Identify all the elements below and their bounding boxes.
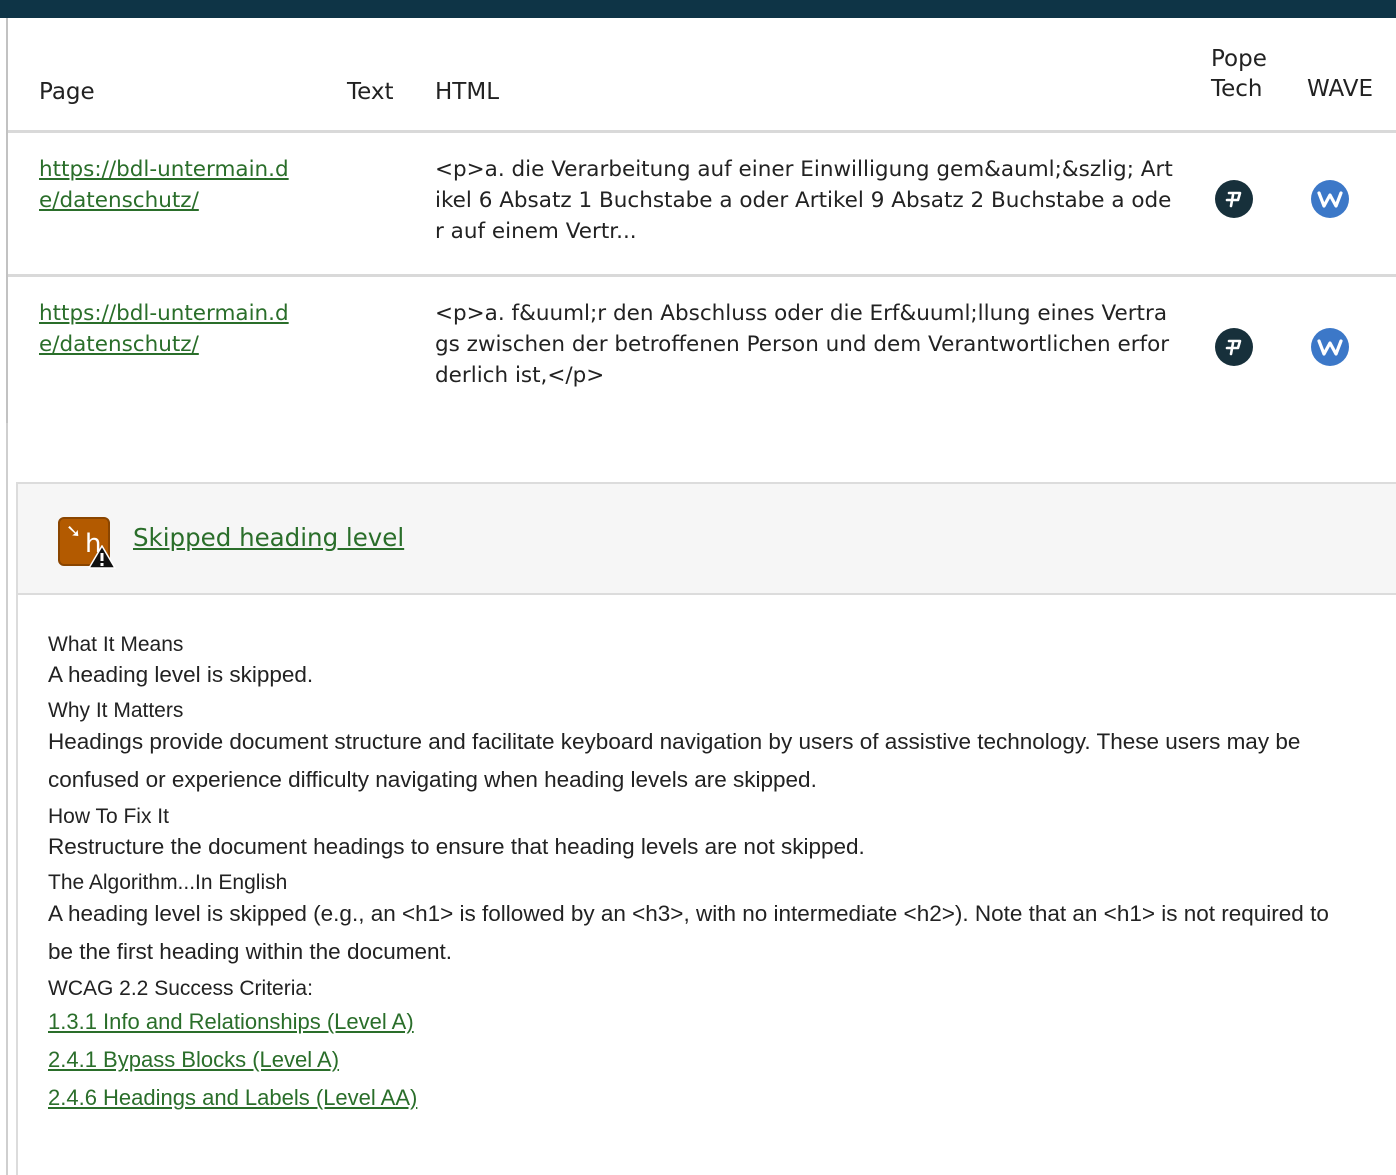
- table-row: https://bdl-untermain.de/datenschutz/ <p…: [8, 275, 1396, 427]
- wcag-link-2-4-1[interactable]: 2.4.1 Bypass Blocks (Level A): [48, 1047, 339, 1072]
- table-row: https://bdl-untermain.de/datenschutz/ <p…: [8, 131, 1396, 277]
- wcag-link-1-3-1[interactable]: 1.3.1 Info and Relationships (Level A): [48, 1009, 414, 1034]
- wcag-link-2-4-6[interactable]: 2.4.6 Headings and Labels (Level AA): [48, 1085, 417, 1110]
- results-table: Page Text HTML Pope Tech WAVE https://bd…: [8, 18, 1396, 427]
- warning-triangle-icon: [88, 545, 116, 569]
- column-header-html: HTML: [435, 18, 1211, 133]
- list-item: 1.3.1 Info and Relationships (Level A): [48, 1003, 1358, 1041]
- what-it-means-heading: What It Means: [48, 633, 184, 656]
- column-header-text: Text: [347, 18, 435, 133]
- algorithm-heading: The Algorithm...In English: [48, 871, 288, 894]
- text-cell: [347, 275, 435, 427]
- column-header-pope-tech: Pope Tech: [1211, 18, 1307, 133]
- column-header-page: Page: [8, 18, 347, 133]
- wcag-criteria-heading: WCAG 2.2 Success Criteria:: [48, 977, 313, 1000]
- issue-card: ➘ h Skipped heading level What It Means …: [16, 482, 1396, 1175]
- why-it-matters-text: Headings provide document structure and …: [48, 729, 1301, 792]
- wave-cell: [1307, 131, 1396, 277]
- wcag-criteria-list: 1.3.1 Info and Relationships (Level A) 2…: [48, 1003, 1358, 1117]
- what-it-means-text: A heading level is skipped.: [48, 662, 314, 687]
- page-cell: https://bdl-untermain.de/datenschutz/: [8, 275, 347, 427]
- list-item: 2.4.6 Headings and Labels (Level AA): [48, 1079, 1358, 1117]
- wave-logo-icon[interactable]: [1311, 328, 1349, 367]
- pope-tech-cell: [1211, 275, 1307, 427]
- html-snippet: <p>a. f&uuml;r den Abschluss oder die Er…: [435, 300, 1170, 388]
- algorithm-text: A heading level is skipped (e.g., an <h1…: [48, 901, 1329, 964]
- pope-tech-logo-icon[interactable]: [1215, 179, 1253, 218]
- curved-arrow-icon: ➘: [66, 521, 82, 542]
- text-cell: [347, 131, 435, 277]
- top-navigation-bar: [0, 0, 1396, 18]
- wave-cell: [1307, 275, 1396, 427]
- html-cell: <p>a. f&uuml;r den Abschluss oder die Er…: [435, 275, 1211, 427]
- issue-header: ➘ h Skipped heading level: [18, 484, 1396, 595]
- why-it-matters-heading: Why It Matters: [48, 699, 184, 722]
- table-header-row: Page Text HTML Pope Tech WAVE: [8, 18, 1396, 133]
- list-item: 2.4.1 Bypass Blocks (Level A): [48, 1041, 1358, 1079]
- html-cell: <p>a. die Verarbeitung auf einer Einwill…: [435, 131, 1211, 277]
- how-to-fix-text: Restructure the document headings to ens…: [48, 834, 865, 859]
- issue-title-link[interactable]: Skipped heading level: [133, 522, 404, 554]
- how-to-fix-heading: How To Fix It: [48, 805, 169, 828]
- wave-logo-icon[interactable]: [1311, 179, 1349, 218]
- page-cell: https://bdl-untermain.de/datenschutz/: [8, 131, 347, 277]
- column-header-wave: WAVE: [1307, 18, 1396, 133]
- html-snippet: <p>a. die Verarbeitung auf einer Einwill…: [435, 156, 1173, 244]
- pope-tech-logo-icon[interactable]: [1215, 328, 1253, 367]
- page-url-link[interactable]: https://bdl-untermain.de/datenschutz/: [39, 154, 299, 216]
- results-table-container: Page Text HTML Pope Tech WAVE https://bd…: [8, 18, 1396, 427]
- page-url-link[interactable]: https://bdl-untermain.de/datenschutz/: [39, 298, 299, 360]
- issue-body: What It Means A heading level is skipped…: [18, 595, 1358, 1117]
- pope-tech-cell: [1211, 131, 1307, 277]
- skipped-heading-warning-icon: ➘ h: [58, 517, 116, 569]
